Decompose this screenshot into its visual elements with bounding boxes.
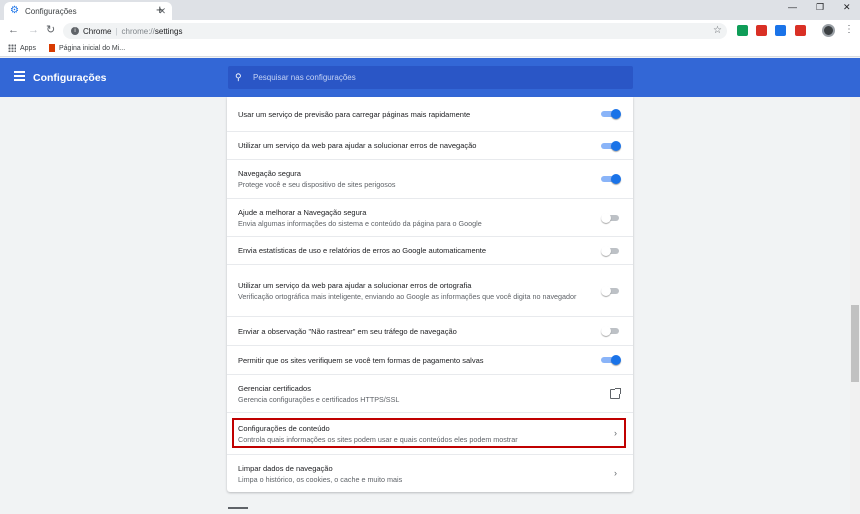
setting-description: Envia algumas informações do sistema e c… (238, 218, 482, 228)
search-input[interactable] (253, 73, 613, 82)
tab-title: Configurações (25, 6, 77, 16)
browser-toolbar: ← → ↻ i Chrome | chrome:// settings ☆ ⋮ (0, 20, 860, 42)
highlight-annotation (232, 418, 626, 448)
close-window-icon[interactable]: ✕ (843, 2, 851, 13)
setting-row-manage-certificates[interactable]: Gerenciar certificados Gerencia configur… (227, 374, 633, 412)
setting-row-safe-browsing[interactable]: Navegação segura Protege você e seu disp… (227, 159, 633, 198)
bookmark-apps[interactable]: Apps (8, 44, 36, 52)
site-info-icon[interactable]: i (71, 27, 79, 35)
setting-row-usage-statistics[interactable]: Envia estatísticas de uso e relatórios d… (227, 236, 633, 264)
toggle-switch-on[interactable] (601, 355, 621, 365)
toggle-switch-off[interactable] (601, 245, 621, 256)
setting-label: Permitir que os sites verifiquem se você… (238, 355, 484, 365)
bookmarks-bar: Apps Página inicial do Mi... (0, 42, 860, 57)
scrollbar-thumb[interactable] (851, 305, 859, 382)
new-tab-button[interactable]: + (156, 3, 164, 17)
extension-icon-4[interactable] (795, 25, 806, 36)
reload-icon[interactable]: ↻ (46, 24, 55, 36)
setting-label: Utilizar um serviço da web para ajudar a… (238, 280, 472, 290)
setting-label: Envia estatísticas de uso e relatórios d… (238, 246, 487, 255)
toggle-switch-on[interactable] (601, 140, 621, 151)
setting-row-spellcheck[interactable]: Utilizar um serviço da web para ajudar a… (227, 264, 633, 316)
forward-icon[interactable]: → (28, 24, 39, 36)
profile-avatar[interactable] (822, 24, 835, 37)
settings-header: Configurações ⚲ (0, 58, 860, 97)
setting-description: Verificação ortográfica mais inteligente… (238, 291, 577, 301)
toggle-switch-on[interactable] (601, 174, 621, 184)
setting-label: Enviar a observação "Não rastrear" em se… (238, 326, 457, 336)
minimize-icon[interactable]: — (788, 2, 797, 12)
apps-grid-icon (8, 44, 16, 52)
settings-card: Usar um serviço de previsão para carrega… (227, 97, 633, 492)
tab-settings[interactable]: ⚙ Configurações ✕ (4, 2, 172, 20)
tab-strip: ⚙ Configurações ✕ + — ❐ ✕ (0, 0, 860, 20)
setting-label: Ajude a melhorar a Navegação segura (238, 207, 367, 217)
bookmark-star-icon[interactable]: ☆ (713, 25, 727, 36)
restore-icon[interactable]: ❐ (816, 2, 824, 13)
setting-row-do-not-track[interactable]: Enviar a observação "Não rastrear" em se… (227, 316, 633, 345)
setting-row-navigation-errors[interactable]: Utilizar um serviço da web para ajudar a… (227, 131, 633, 159)
omnibox-separator: | (115, 26, 118, 36)
next-section-heading-partial (228, 507, 248, 510)
bookmark-label: Apps (20, 44, 36, 52)
extension-icon-1[interactable] (737, 25, 748, 36)
setting-row-improve-safe-browsing[interactable]: Ajude a melhorar a Navegação segura Envi… (227, 198, 633, 236)
setting-row-clear-browsing-data[interactable]: Limpar dados de navegação Limpa o histór… (227, 454, 633, 492)
search-icon: ⚲ (235, 72, 242, 82)
settings-search[interactable]: ⚲ (228, 66, 633, 89)
toggle-switch-off[interactable] (601, 326, 621, 336)
gear-icon: ⚙ (10, 5, 19, 16)
url-scheme: chrome:// (121, 26, 155, 36)
chevron-right-icon: › (614, 467, 617, 478)
extension-icon-3[interactable] (775, 25, 786, 36)
setting-label: Navegação segura (238, 169, 301, 178)
back-icon[interactable]: ← (8, 24, 19, 36)
external-link-icon[interactable] (610, 387, 621, 399)
site-chip: Chrome (83, 26, 112, 36)
toggle-switch-on[interactable] (601, 109, 621, 119)
bookmark-office[interactable]: Página inicial do Mi... (49, 44, 125, 52)
setting-label: Usar um serviço de previsão para carrega… (238, 109, 471, 119)
setting-row-payment-methods[interactable]: Permitir que os sites verifiquem se você… (227, 345, 633, 374)
toggle-switch-off[interactable] (601, 285, 621, 296)
extension-icon-2[interactable] (756, 25, 767, 36)
url-path: settings (154, 26, 183, 36)
setting-description: Gerencia configurações e certificados HT… (238, 394, 400, 404)
setting-label: Gerenciar certificados (238, 383, 311, 393)
setting-description: Protege você e seu dispositivo de sites … (238, 180, 396, 189)
toggle-switch-off[interactable] (601, 212, 621, 223)
menu-icon[interactable] (14, 71, 25, 81)
page-title: Configurações (33, 72, 107, 84)
bookmark-label: Página inicial do Mi... (59, 44, 126, 52)
office-icon (49, 44, 55, 52)
setting-description: Limpa o histórico, os cookies, o cache e… (238, 474, 403, 484)
address-bar[interactable]: i Chrome | chrome:// settings ☆ (63, 23, 727, 39)
browser-menu-icon[interactable]: ⋮ (844, 24, 854, 35)
setting-label: Limpar dados de navegação (238, 463, 333, 473)
page-scrollbar[interactable] (850, 97, 860, 514)
setting-row-prediction[interactable]: Usar um serviço de previsão para carrega… (227, 97, 633, 131)
setting-label: Utilizar um serviço da web para ajudar a… (238, 141, 477, 150)
